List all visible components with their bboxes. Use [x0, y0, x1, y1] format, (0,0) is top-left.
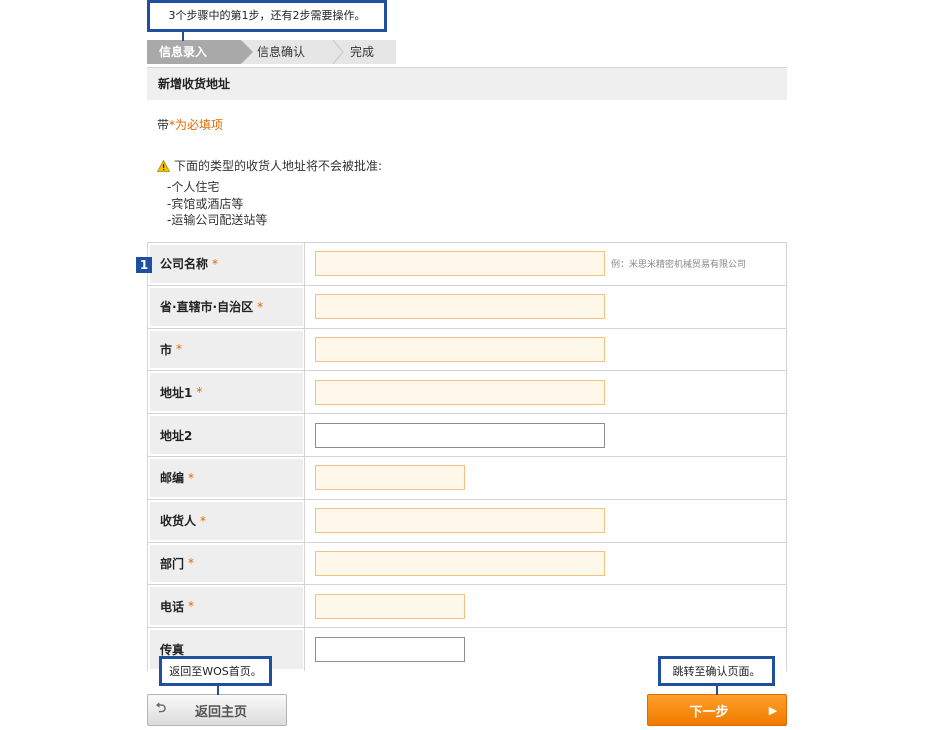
return-arrow-icon: ⮌	[155, 701, 167, 716]
back-home-button[interactable]: ⮌ 返回主页	[147, 694, 287, 726]
field-label: 部门 *	[150, 544, 304, 583]
play-arrow-icon: ▶	[768, 703, 778, 717]
fax-input[interactable]	[315, 637, 465, 663]
department-input[interactable]	[315, 550, 605, 576]
recipient-input[interactable]	[315, 508, 605, 534]
field-label: 地址1 *	[150, 373, 304, 412]
next-step-label: 下一步	[689, 704, 729, 720]
city-input[interactable]	[315, 336, 605, 362]
field-label: 市 *	[150, 330, 304, 369]
callout-connector	[716, 686, 718, 695]
section-title: 新增收货地址	[147, 67, 787, 100]
address2-input[interactable]	[315, 422, 605, 448]
form-row-phone: 电话 *	[148, 585, 786, 629]
form-row-city: 市 *	[148, 328, 786, 372]
form-row-address1: 地址1 *	[148, 371, 786, 415]
field-label: 邮编 *	[150, 458, 304, 497]
warning-icon	[157, 159, 170, 172]
list-item: -运输公司配送站等	[167, 213, 268, 227]
list-item: -宾馆或酒店等	[167, 196, 244, 211]
address-warning: 下面的类型的收货人地址将不会被批准: -个人住宅 -宾馆或酒店等 -运输公司配送…	[157, 157, 382, 229]
back-home-label: 返回主页	[194, 704, 247, 720]
form-row-postcode: 邮编 *	[148, 456, 786, 500]
company-name-input[interactable]	[315, 251, 605, 277]
step-number-badge: 1	[136, 257, 152, 273]
form-row-company: 公司名称 * 例：米思米精密机械贸易有限公司	[148, 243, 786, 286]
phone-input[interactable]	[315, 593, 465, 619]
warning-text: 下面的类型的收货人地址将不会被批准:	[174, 159, 383, 173]
callout-connector	[217, 686, 219, 695]
form-row-address2: 地址2	[148, 414, 786, 457]
step-complete: 完成	[350, 45, 375, 59]
warning-list: -个人住宅 -宾馆或酒店等 -运输公司配送站等	[157, 179, 382, 229]
form-row-recipient: 收货人 *	[148, 499, 786, 543]
required-note: 带*为必填项	[157, 116, 223, 133]
province-input[interactable]	[315, 294, 605, 320]
form-row-province: 省·直辖市·自治区 *	[148, 285, 786, 329]
field-label: 地址2	[150, 416, 304, 454]
address-form: 公司名称 * 例：米思米精密机械贸易有限公司 省·直辖市·自治区 * 市 * 地址1 *…	[147, 242, 787, 671]
callout-connector	[182, 31, 184, 41]
next-step-button[interactable]: 下一步 ▶	[647, 694, 787, 726]
required-note-prefix: 带	[157, 118, 170, 132]
field-label: 省·直辖市·自治区 *	[150, 287, 304, 326]
required-note-mark: *为必填项	[169, 118, 224, 132]
address1-input[interactable]	[315, 379, 605, 405]
step-input: 信息录入	[147, 40, 253, 64]
field-label: 公司名称 *	[150, 245, 304, 283]
back-callout: 返回至WOS首页。	[159, 656, 272, 686]
field-label: 电话 *	[150, 587, 304, 626]
list-item: -个人住宅	[167, 180, 220, 194]
company-name-hint: 例：米思米精密机械贸易有限公司	[611, 260, 747, 271]
next-callout: 跳转至确认页面。	[658, 656, 775, 686]
step-info-callout: 3个步骤中的第1步，还有2步需要操作。	[147, 0, 387, 32]
step-confirm: 信息确认	[257, 45, 306, 59]
step-chevron-icon	[332, 40, 344, 64]
postcode-input[interactable]	[315, 465, 465, 491]
progress-steps: 信息录入 信息确认 完成	[147, 40, 396, 64]
form-row-department: 部门 *	[148, 542, 786, 586]
field-label: 收货人 *	[150, 501, 304, 540]
